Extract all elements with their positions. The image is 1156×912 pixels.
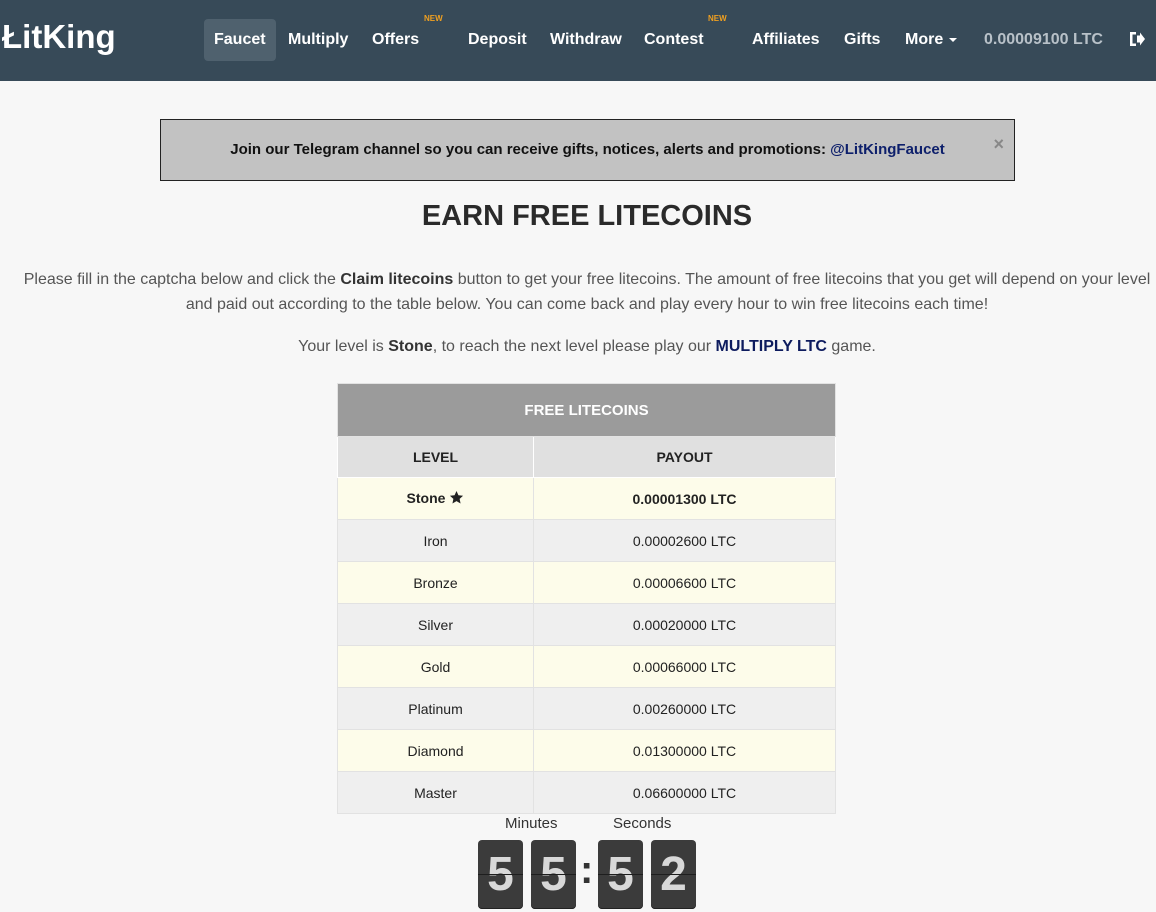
payout-cell: 0.06600000 LTC — [533, 771, 836, 814]
navbar: ŁitKing Faucet Multiply Offers NEW Depos… — [0, 0, 1156, 81]
nav-withdraw[interactable]: Withdraw — [540, 19, 632, 61]
telegram-link[interactable]: @LitKingFaucet — [830, 141, 945, 158]
level-cell: Iron — [337, 519, 534, 562]
payout-cell: 0.00260000 LTC — [533, 687, 836, 730]
nav-withdraw-label: Withdraw — [550, 31, 622, 48]
alert-text: Join our Telegram channel so you can rec… — [230, 141, 831, 158]
table-row: Gold 0.00066000 LTC — [337, 645, 836, 688]
multiply-link[interactable]: MULTIPLY LTC — [716, 338, 827, 355]
payout-cell: 0.01300000 LTC — [533, 729, 836, 772]
nav-affiliates[interactable]: Affiliates — [742, 19, 830, 61]
table-row: Silver 0.00020000 LTC — [337, 603, 836, 646]
caret-down-icon — [949, 37, 958, 42]
nav-deposit-label: Deposit — [468, 31, 527, 48]
table-row: Master 0.06600000 LTC — [337, 771, 836, 814]
sign-out-icon[interactable] — [1128, 30, 1148, 50]
nav-more-label: More — [905, 31, 944, 48]
payout-cell: 0.00001300 LTC — [533, 477, 836, 520]
seconds-label: Seconds — [613, 815, 672, 832]
level-info: Your level is Stone, to reach the next l… — [0, 338, 1156, 356]
desc-text: Please fill in the captcha below and cli… — [23, 271, 341, 288]
close-icon[interactable]: × — [993, 134, 1004, 154]
payout-cell: 0.00006600 LTC — [533, 561, 836, 604]
nav-more-dropdown[interactable]: More — [895, 19, 967, 61]
table-row: Diamond 0.01300000 LTC — [337, 729, 836, 772]
nav-offers-label: Offers — [372, 31, 420, 48]
table-title: FREE LITECOINS — [337, 383, 836, 437]
new-badge: NEW — [424, 14, 443, 23]
faucet-description: Please fill in the captcha below and cli… — [20, 267, 1154, 317]
payout-table: FREE LITECOINS LEVEL PAYOUT Stone 0.0000… — [337, 383, 836, 814]
countdown-separator: : — [580, 848, 594, 892]
level-cell: Stone — [337, 477, 534, 520]
desc-bold: Claim litecoins — [340, 271, 454, 288]
level-text-2: , to reach the next level please play ou… — [432, 338, 716, 355]
payout-cell: 0.00002600 LTC — [533, 519, 836, 562]
level-cell: Platinum — [337, 687, 534, 730]
balance-display: 0.00009100 LTC — [984, 31, 1103, 48]
brand-logo[interactable]: ŁitKing — [2, 18, 116, 56]
level-cell: Gold — [337, 645, 534, 688]
nav-multiply[interactable]: Multiply — [278, 19, 358, 61]
minutes-label: Minutes — [505, 815, 558, 832]
nav-contest-label: Contest — [644, 31, 704, 48]
level-cell: Silver — [337, 603, 534, 646]
telegram-alert: Join our Telegram channel so you can rec… — [160, 119, 1015, 181]
nav-contest[interactable]: Contest NEW — [634, 14, 727, 61]
table-row: Platinum 0.00260000 LTC — [337, 687, 836, 730]
star-icon — [449, 490, 464, 508]
level-text: Your level is — [298, 338, 389, 355]
nav-faucet-label: Faucet — [214, 31, 266, 48]
level-cell: Diamond — [337, 729, 534, 772]
nav-affiliates-label: Affiliates — [752, 31, 820, 48]
payout-cell: 0.00066000 LTC — [533, 645, 836, 688]
countdown-digit: 5 — [478, 840, 523, 909]
nav-faucet[interactable]: Faucet — [204, 19, 276, 61]
page-title: EARN FREE LITECOINS — [421, 200, 753, 232]
table-row: Iron 0.00002600 LTC — [337, 519, 836, 562]
level-text-3: game. — [826, 338, 876, 355]
countdown-digit: 5 — [598, 840, 643, 909]
nav-offers[interactable]: Offers NEW — [362, 14, 443, 61]
table-row: Bronze 0.00006600 LTC — [337, 561, 836, 604]
col-header-payout: PAYOUT — [533, 436, 836, 478]
countdown-digit: 2 — [651, 840, 696, 909]
nav-gifts[interactable]: Gifts — [834, 19, 890, 61]
new-badge: NEW — [708, 14, 727, 23]
level-cell: Master — [337, 771, 534, 814]
nav-multiply-label: Multiply — [288, 31, 349, 48]
nav-deposit[interactable]: Deposit — [458, 19, 537, 61]
level-name: Stone — [406, 489, 446, 506]
current-level: Stone — [388, 338, 433, 355]
payout-cell: 0.00020000 LTC — [533, 603, 836, 646]
nav-gifts-label: Gifts — [844, 31, 881, 48]
countdown-digit: 5 — [531, 840, 576, 909]
col-header-level: LEVEL — [337, 436, 534, 478]
level-cell: Bronze — [337, 561, 534, 604]
table-row: Stone 0.00001300 LTC — [337, 477, 836, 520]
